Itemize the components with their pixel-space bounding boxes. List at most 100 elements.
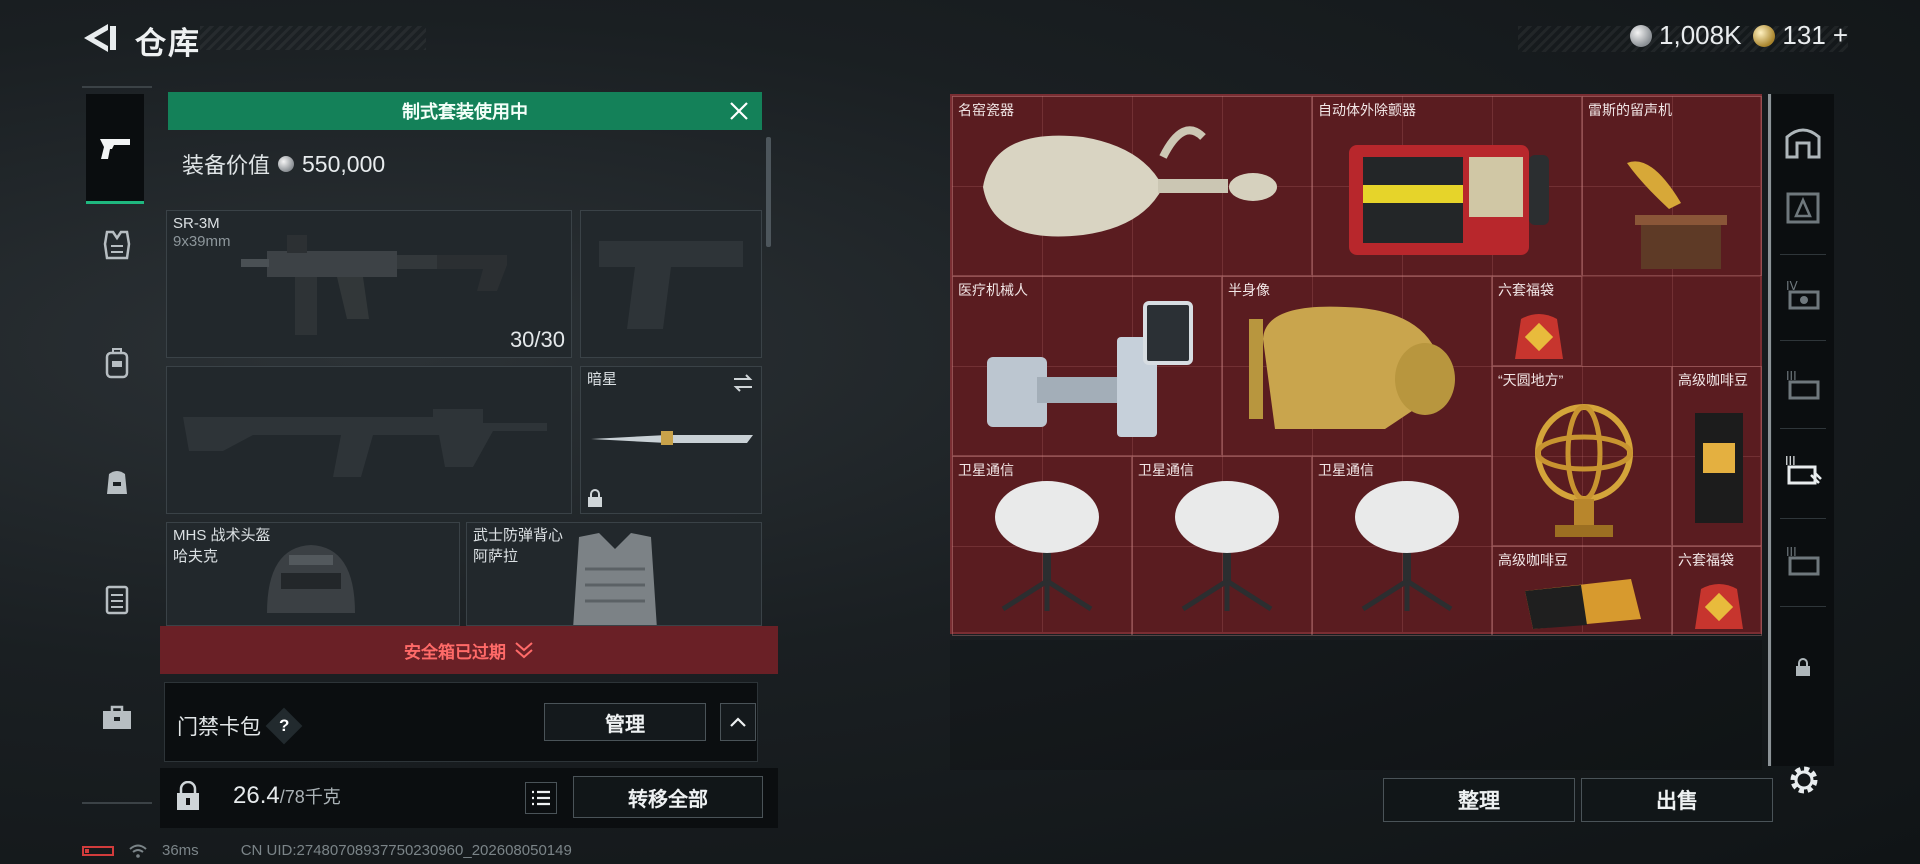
keycard-label-group: 门禁卡包 ? [177, 707, 303, 745]
storage-tab-4-active[interactable]: III [1780, 446, 1826, 492]
helmet-image [267, 545, 355, 613]
list-view-button[interactable] [525, 782, 557, 814]
armor-slot[interactable]: 武士防弹背心 阿萨拉 [466, 522, 762, 626]
weight-current: 26.4 [233, 782, 280, 809]
loadout-scrollbar[interactable] [766, 137, 771, 247]
storage-item[interactable]: 高级咖啡豆 [1492, 546, 1672, 636]
storage-item[interactable]: 半身像 [1222, 276, 1492, 456]
nav-gear[interactable] [90, 218, 144, 272]
bust-statue-image [1249, 306, 1455, 429]
coffee-bag-image [1525, 579, 1641, 629]
helmet-slot[interactable]: MHS 战术头盔 哈夫克 [166, 522, 460, 626]
vault-icon [1785, 128, 1821, 159]
primary-weapon-slot[interactable]: SR-3M 9x39mm 30/30 [166, 210, 572, 358]
storage-item[interactable]: 医疗机械人 [952, 276, 1222, 456]
transfer-all-button[interactable]: 转移全部 [573, 776, 763, 818]
storage-item[interactable]: 卫星通信 [952, 456, 1132, 636]
equip-value-label: 装备价值 [182, 153, 271, 178]
item-name: 高级咖啡豆 [1498, 552, 1568, 568]
keycard-label: 门禁卡包 [177, 716, 261, 739]
rifle-image [241, 235, 507, 335]
storage-tab-3[interactable]: III [1780, 360, 1826, 406]
keycard-pack: 门禁卡包 ? 管理 [164, 682, 758, 762]
equip-value-amount: 550,000 [302, 150, 386, 177]
item-name: “天圆地方” [1498, 372, 1564, 388]
swap-icon[interactable] [731, 371, 755, 395]
sell-button[interactable]: 出售 [1581, 778, 1773, 822]
tab-divider [1780, 606, 1826, 607]
carry-weight: 26.4/78千克 [233, 782, 341, 810]
ping-value: 36ms [162, 842, 199, 859]
shelf-3-icon: III [1786, 369, 1820, 400]
help-icon[interactable]: ? [265, 707, 303, 745]
nav-pouch[interactable] [90, 454, 144, 508]
defibrillator-image [1349, 145, 1549, 255]
primary-weapon-caliber: 9x39mm [173, 233, 231, 250]
preset-banner-text: 制式套装使用中 [402, 102, 528, 122]
storage-item[interactable]: 卫星通信 [1132, 456, 1312, 636]
tab-divider [1780, 428, 1826, 429]
storage-tab-1[interactable] [1780, 184, 1826, 230]
lock-button[interactable] [168, 772, 208, 820]
storage-tab-5[interactable]: III [1780, 536, 1826, 582]
silver-coin-icon [1630, 24, 1653, 47]
storage-item[interactable]: 名窑瓷器 [952, 96, 1312, 276]
secondary-weapon-slot[interactable] [166, 366, 572, 514]
pistol-slot[interactable] [580, 210, 762, 358]
item-name: 六套福袋 [1498, 282, 1554, 298]
medical-robot-image [987, 301, 1193, 437]
nav-divider [82, 802, 152, 804]
armor-icon [103, 230, 131, 260]
shelf-2-icon: IV [1786, 279, 1820, 310]
sort-button[interactable]: 整理 [1383, 778, 1575, 822]
storage-item[interactable]: 雷斯的留声机 [1582, 96, 1762, 276]
storage-item[interactable]: “天圆地方” [1492, 366, 1672, 546]
settings-gear-icon[interactable] [1786, 762, 1822, 798]
currency-bar: 1,008K 131 + [1630, 20, 1848, 51]
loadout-footer: 26.4/78千克 转移全部 [160, 768, 778, 828]
silver-coin-icon [278, 156, 295, 172]
storage-item[interactable]: 自动体外除颤器 [1312, 96, 1582, 276]
help-glyph: ? [278, 715, 290, 735]
loadout-panel: 制式套装使用中 装备价值 550,000 SR-3M 9x39mm 30/30 [160, 92, 778, 828]
weight-max: /78千克 [279, 787, 341, 807]
close-icon[interactable] [724, 96, 754, 126]
gold-currency[interactable]: 131 + [1753, 20, 1848, 51]
list-icon [532, 790, 550, 806]
storage-tab-locked[interactable] [1780, 644, 1826, 690]
storage-item[interactable]: 卫星通信 [1312, 456, 1492, 636]
backpack-icon [105, 348, 129, 379]
chest-rig-icon [105, 585, 129, 615]
silver-currency[interactable]: 1,008K [1630, 20, 1741, 51]
safe-box-expired-bar[interactable]: 安全箱已过期 [160, 626, 778, 674]
gold-amount: 131 [1782, 20, 1826, 50]
gold-coin-icon [1753, 24, 1776, 47]
melee-slot[interactable]: 暗星 [580, 366, 762, 514]
lucky-bag-icon [1695, 584, 1743, 629]
storage-tab-home[interactable] [1780, 118, 1826, 164]
nav-weapons[interactable] [86, 94, 144, 204]
porcelain-vase-image [983, 126, 1277, 237]
equipment-value: 装备价值 550,000 [182, 148, 385, 180]
nav-rig[interactable] [90, 572, 144, 626]
storage-tabs-nav: IV III III III [1772, 94, 1834, 766]
storage-grid: 名窑瓷器 自动体外除颤器 雷斯的留声机 医疗机械人 半身像 六套福袋 “天圆地方… [950, 94, 1762, 636]
storage-item[interactable]: 六套福袋 [1492, 276, 1582, 366]
nav-case[interactable] [90, 690, 144, 744]
shelf-5-icon: III [1786, 545, 1820, 576]
manage-button[interactable]: 管理 [544, 703, 706, 741]
storage-tab-2[interactable]: IV [1780, 270, 1826, 316]
storage-empty-area [950, 640, 1762, 770]
storage-item[interactable]: 六套福袋 [1672, 546, 1762, 636]
collapse-button[interactable] [720, 703, 756, 741]
gramophone-image [1627, 161, 1727, 269]
nav-backpack[interactable] [90, 336, 144, 390]
tab-divider [1780, 340, 1826, 341]
item-name: 高级咖啡豆 [1678, 372, 1748, 388]
back-arrow-icon[interactable] [80, 18, 120, 58]
storage-scrollbar[interactable] [1768, 94, 1771, 766]
ammo-count: 30/30 [509, 327, 565, 352]
left-nav [82, 86, 152, 806]
storage-item[interactable]: 高级咖啡豆 [1672, 366, 1762, 546]
add-gold-button[interactable]: + [1833, 20, 1848, 51]
